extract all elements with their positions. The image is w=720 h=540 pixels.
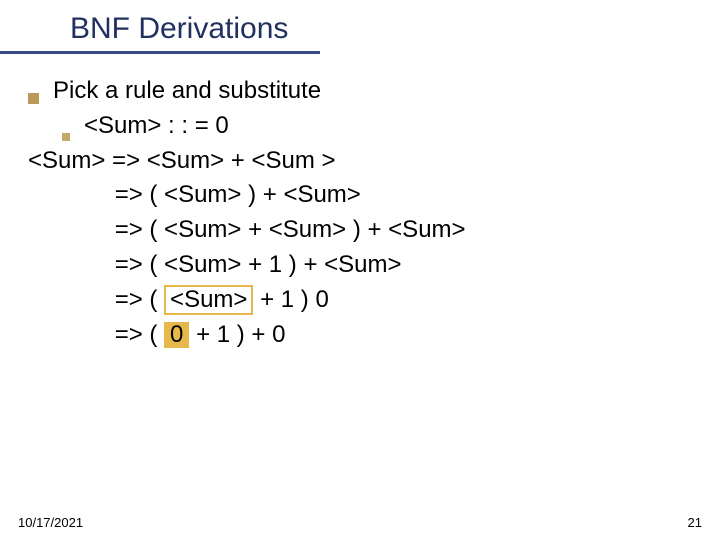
deriv-indent — [28, 321, 115, 348]
deriv-rhs-b: + 1 ) + 0 — [189, 321, 285, 348]
deriv-indent — [28, 181, 115, 208]
square-bullet-icon — [62, 133, 70, 141]
deriv-indent — [28, 286, 115, 313]
deriv-rhs-b: + 1 ) 0 — [253, 286, 328, 313]
square-bullet-icon — [28, 93, 39, 104]
slide-footer: 10/17/2021 21 — [18, 515, 702, 530]
deriv-rhs: => ( <Sum> ) + <Sum> — [115, 181, 361, 208]
bullet-text: <Sum> : : = 0 — [84, 109, 229, 144]
derivation-row: => ( 0 + 1 ) + 0 — [28, 318, 700, 353]
footer-page-number: 21 — [688, 515, 702, 530]
deriv-rhs-a: => ( — [115, 321, 164, 348]
bullet-level2: <Sum> : : = 0 — [62, 109, 700, 144]
derivation-row: => ( <Sum> + 1 ) 0 — [28, 283, 700, 318]
deriv-indent — [28, 216, 115, 243]
footer-date: 10/17/2021 — [18, 515, 83, 530]
deriv-rhs: => ( <Sum> + <Sum> ) + <Sum> — [115, 216, 466, 243]
bullet-text: Pick a rule and substitute — [53, 74, 321, 109]
deriv-rhs-a: => ( — [115, 286, 164, 313]
derivation-row: => ( <Sum> ) + <Sum> — [28, 178, 700, 213]
highlight-box: <Sum> — [164, 285, 253, 315]
slide-title: BNF Derivations — [70, 12, 720, 46]
deriv-rhs: => ( <Sum> + 1 ) + <Sum> — [115, 251, 402, 278]
title-underline — [0, 51, 320, 54]
derivation-block: <Sum> => <Sum> + <Sum > => ( <Sum> ) + <… — [28, 144, 700, 353]
derivation-row: => ( <Sum> + 1 ) + <Sum> — [28, 248, 700, 283]
slide-content: Pick a rule and substitute <Sum> : : = 0… — [0, 54, 720, 352]
derivation-row: => ( <Sum> + <Sum> ) + <Sum> — [28, 213, 700, 248]
bullet-level1: Pick a rule and substitute — [28, 74, 700, 109]
highlight-fill: 0 — [164, 322, 189, 348]
derivation-row: <Sum> => <Sum> + <Sum > — [28, 144, 700, 179]
slide-title-bar: BNF Derivations — [0, 0, 720, 54]
deriv-rhs: => <Sum> + <Sum > — [112, 147, 335, 174]
deriv-indent — [28, 251, 115, 278]
deriv-lhs: <Sum> — [28, 147, 112, 174]
